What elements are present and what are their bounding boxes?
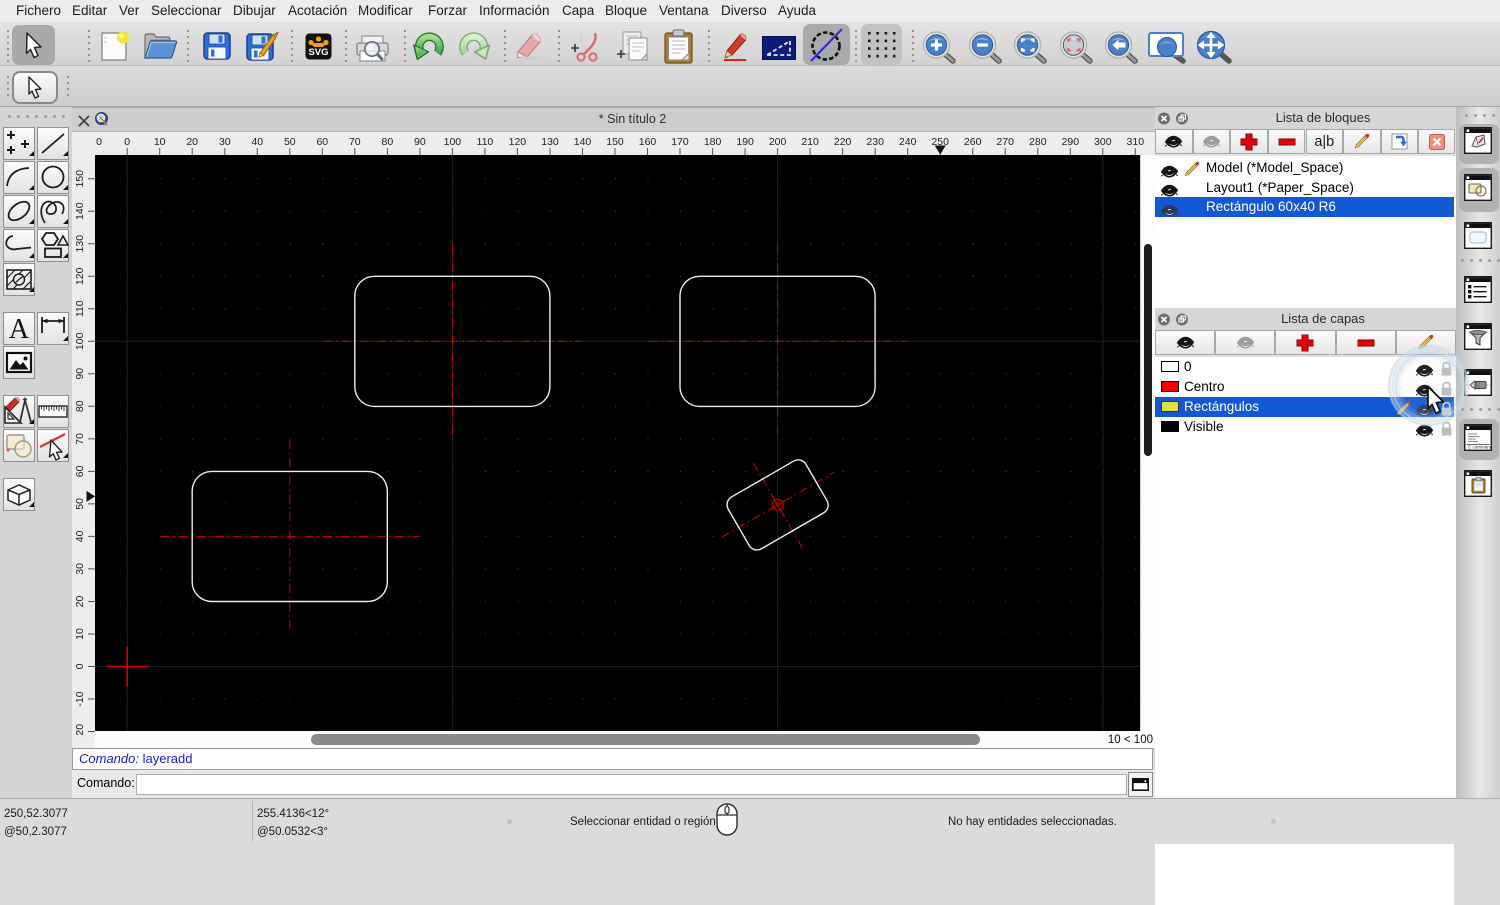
svg-text:120: 120	[509, 136, 527, 148]
svg-text:130: 130	[541, 136, 559, 148]
svg-text:190: 190	[736, 136, 754, 148]
svg-text:30: 30	[74, 563, 86, 575]
svg-text:120: 120	[74, 267, 86, 285]
svg-text:260: 260	[964, 136, 982, 148]
svg-text:130: 130	[74, 235, 86, 253]
svg-text:220: 220	[834, 136, 852, 148]
svg-text:110: 110	[74, 300, 86, 317]
svg-text:C command: C command	[1468, 445, 1492, 450]
svg-text:10: 10	[74, 628, 86, 640]
svg-text:150: 150	[606, 136, 624, 148]
svg-text:SVG: SVG	[308, 47, 328, 58]
svg-text:-20: -20	[74, 724, 86, 735]
svg-text:0: 0	[74, 663, 86, 669]
svg-text:110: 110	[477, 136, 494, 148]
svg-text:200: 200	[769, 136, 787, 148]
svg-text:210: 210	[801, 136, 819, 148]
svg-text:-10: -10	[74, 691, 86, 706]
svg-text:0: 0	[96, 136, 102, 148]
svg-text:20: 20	[74, 596, 86, 608]
svg-text:10: 10	[154, 136, 166, 148]
svg-text:140: 140	[574, 136, 592, 148]
svg-text:60: 60	[316, 136, 328, 148]
svg-text:40: 40	[251, 136, 263, 148]
svg-text:30: 30	[219, 136, 231, 148]
svg-text:160: 160	[639, 136, 657, 148]
svg-text:0: 0	[124, 136, 130, 148]
svg-text:140: 140	[74, 202, 86, 220]
svg-text:90: 90	[74, 368, 86, 380]
svg-text:A: A	[9, 314, 30, 345]
svg-text:50: 50	[284, 136, 296, 148]
svg-text:100: 100	[444, 136, 462, 148]
svg-text:170: 170	[671, 136, 689, 148]
svg-text:70: 70	[349, 136, 361, 148]
svg-text:280: 280	[1029, 136, 1047, 148]
svg-text:240: 240	[899, 136, 917, 148]
svg-text:310: 310	[1127, 136, 1145, 148]
svg-text:230: 230	[866, 136, 884, 148]
svg-text:180: 180	[704, 136, 722, 148]
svg-text:270: 270	[996, 136, 1014, 148]
svg-text:40: 40	[74, 530, 86, 542]
svg-text:80: 80	[382, 136, 394, 148]
svg-text:90: 90	[414, 136, 426, 148]
svg-text:20: 20	[186, 136, 198, 148]
svg-text:50: 50	[74, 498, 86, 510]
svg-text:150: 150	[74, 170, 86, 188]
svg-text:80: 80	[74, 400, 86, 412]
svg-text:70: 70	[74, 433, 86, 445]
svg-text:60: 60	[74, 465, 86, 477]
svg-text:290: 290	[1062, 136, 1080, 148]
svg-text:300: 300	[1094, 136, 1112, 148]
svg-text:100: 100	[74, 332, 86, 350]
